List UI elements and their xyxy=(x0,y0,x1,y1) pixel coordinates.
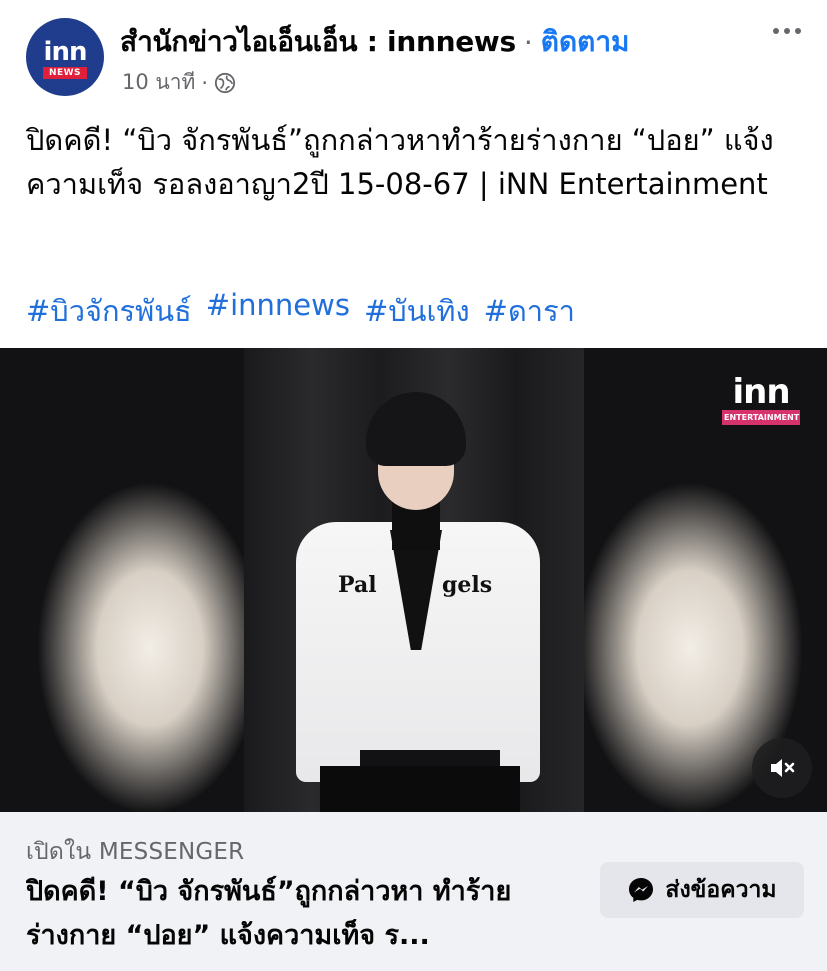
speaker-muted-icon xyxy=(771,759,795,777)
avatar-logo-sub: NEWS xyxy=(42,67,88,79)
link-card-title[interactable]: ปิดคดี! “บิว จักรพันธ์”ถูกกล่าวหา ทำร้าย… xyxy=(26,870,586,958)
send-message-label: ส่งข้อความ xyxy=(665,877,777,903)
video-logo-text: inn xyxy=(732,372,790,412)
hashtag-link[interactable]: #บันเทิง xyxy=(364,288,470,334)
mute-button[interactable] xyxy=(752,738,812,798)
send-message-button[interactable]: ส่งข้อความ xyxy=(600,862,804,918)
link-card-label: เปิดใน MESSENGER xyxy=(26,839,245,865)
name-separator: · xyxy=(523,25,533,59)
post-time[interactable]: 10 นาที xyxy=(122,66,195,99)
hashtag-link[interactable]: #บิวจักรพันธ์ xyxy=(26,288,192,334)
globe-icon[interactable] xyxy=(214,72,236,94)
avatar-logo-text: inn xyxy=(43,37,88,67)
video-person-pants xyxy=(320,766,520,816)
hashtags: #บิวจักรพันธ์ #innnews #บันเทิง #ดารา xyxy=(26,288,575,334)
shirt-print-left: Pal xyxy=(338,572,377,598)
post-header: inn NEWS สำนักข่าวไอเอ็นเอ็น : innnews ·… xyxy=(0,0,827,110)
messenger-icon xyxy=(629,878,654,902)
post-meta: 10 นาที · xyxy=(122,66,236,99)
post-text: ปิดคดี! “บิว จักรพันธ์”ถูกกล่าวหาทำร้ายร… xyxy=(26,123,774,201)
name-row: สำนักข่าวไอเอ็นเอ็น : innnews · ติดตาม xyxy=(120,20,630,64)
follow-button[interactable]: ติดตาม xyxy=(541,20,630,64)
shirt-print-right: gels xyxy=(442,572,493,598)
hashtag-link[interactable]: #innnews xyxy=(206,288,350,334)
meta-separator: · xyxy=(201,70,209,95)
more-options-icon[interactable] xyxy=(773,28,801,34)
page-name[interactable]: สำนักข่าวไอเอ็นเอ็น : innnews xyxy=(120,20,516,64)
hashtag-link[interactable]: #ดารา xyxy=(484,288,575,334)
video-logo-sub: ENTERTAINMENT xyxy=(722,410,800,425)
video-channel-logo: inn ENTERTAINMENT xyxy=(722,372,800,425)
page-avatar[interactable]: inn NEWS xyxy=(26,18,104,96)
